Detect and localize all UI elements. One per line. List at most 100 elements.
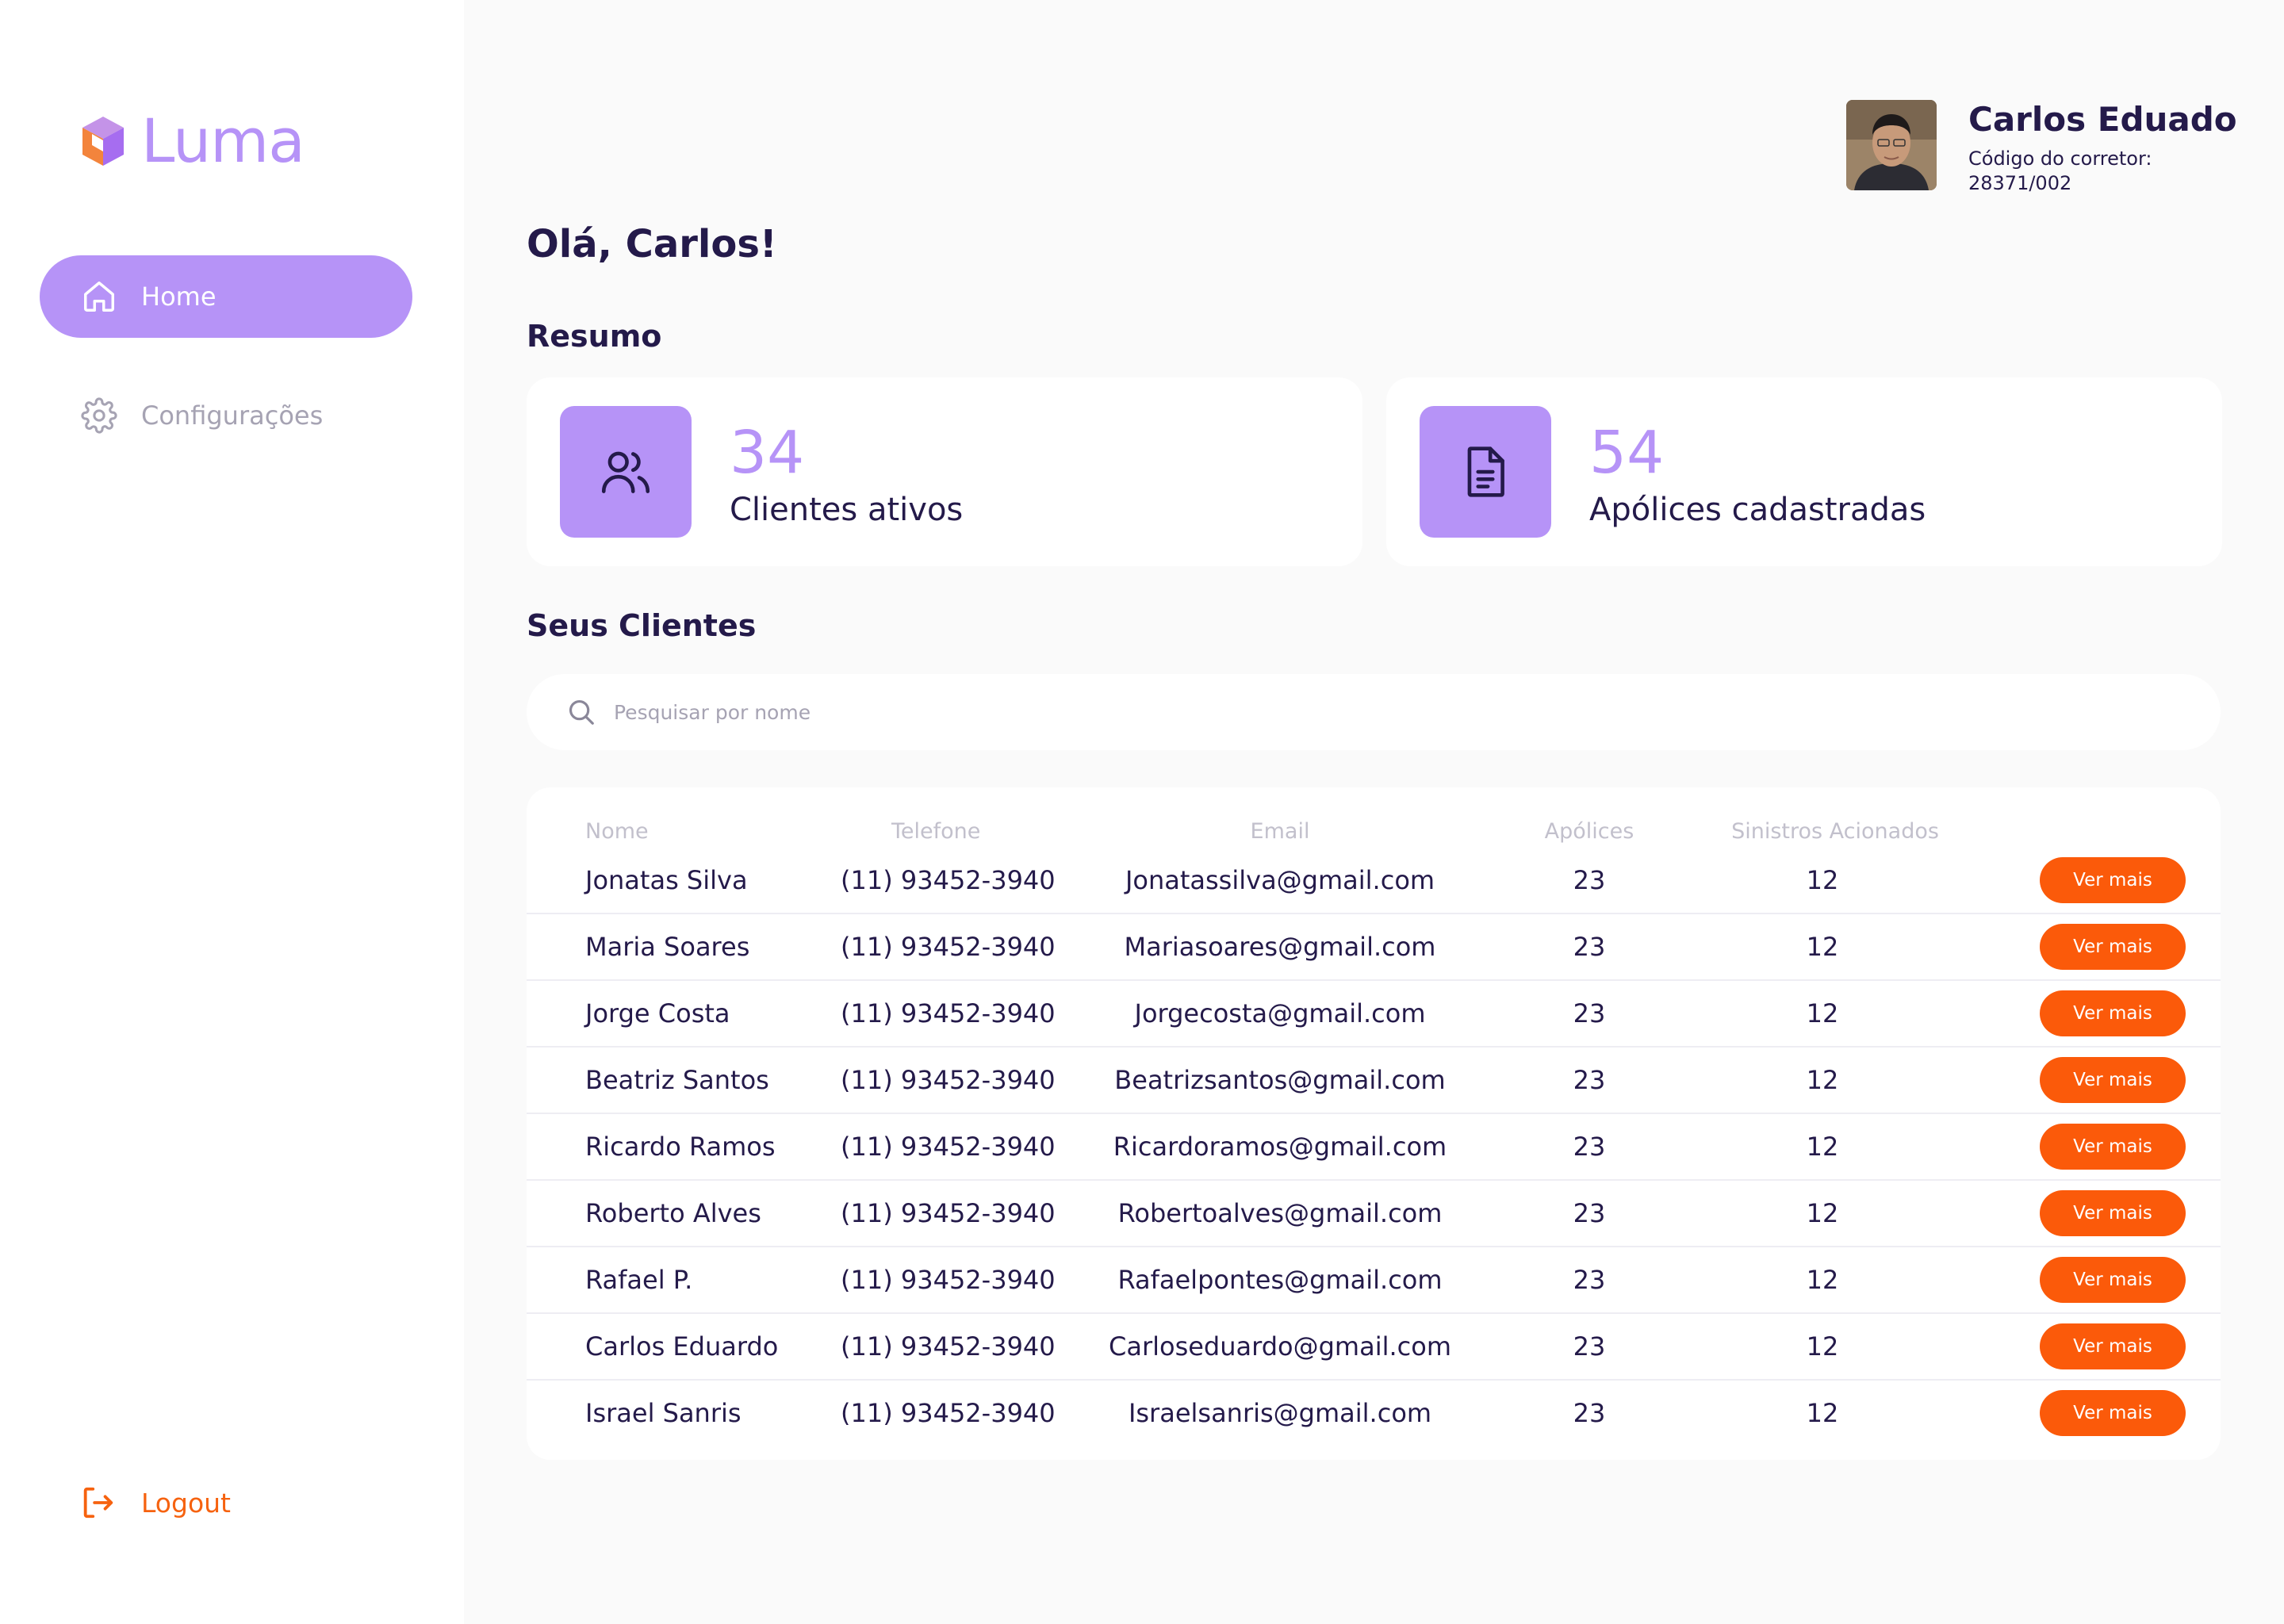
table-row: Maria Soares (11) 93452-3940 Mariasoares@g… (527, 914, 2221, 981)
client-policies: 23 (1573, 1265, 1606, 1295)
ver-mais-button[interactable]: Ver mais (2040, 1057, 2186, 1103)
home-icon (84, 282, 114, 312)
user-info: Carlos Eduado Código do corretor: 28371/… (1968, 100, 2237, 196)
client-policies: 23 (1573, 998, 1606, 1028)
client-claims: 12 (1806, 1265, 1839, 1295)
client-claims: 12 (1806, 1398, 1839, 1428)
client-name: Jonatas Silva (585, 865, 748, 895)
stat-card-policies: 54 Apólices cadastradas (1386, 377, 2222, 566)
client-phone: (11) 93452-3940 (841, 1132, 1056, 1162)
table-row: Carlos Eduardo (11) 93452-3940 Carloseduar… (527, 1314, 2221, 1381)
client-claims: 12 (1806, 1065, 1839, 1095)
client-policies: 23 (1573, 1398, 1606, 1428)
client-policies: 23 (1573, 1065, 1606, 1095)
active-clients-label: Clientes ativos (730, 492, 964, 528)
gear-icon (81, 397, 117, 434)
column-header-phone: Telefone (891, 819, 981, 844)
client-email: Beatrizsantos@gmail.com (1114, 1065, 1446, 1095)
table-row: Rafael P. (11) 93452-3940 Rafaelpontes@gma… (527, 1247, 2221, 1314)
client-email: Carloseduardo@gmail.com (1108, 1331, 1452, 1362)
client-claims: 12 (1806, 865, 1839, 895)
client-email: Israelsanris@gmail.com (1128, 1398, 1432, 1428)
ver-mais-button[interactable]: Ver mais (2040, 990, 2186, 1036)
clients-title: Seus Clientes (527, 608, 757, 643)
client-name: Maria Soares (585, 932, 750, 962)
document-icon (1467, 446, 1504, 497)
client-email: Rafaelpontes@gmail.com (1117, 1265, 1443, 1295)
sidebar-item-label: Configurações (141, 400, 324, 431)
users-icon (601, 451, 650, 493)
client-email: Jorgecosta@gmail.com (1134, 998, 1426, 1028)
sidebar-item-label: Home (141, 282, 217, 312)
ver-mais-button[interactable]: Ver mais (2040, 924, 2186, 970)
page-title: Olá, Carlos! (527, 222, 777, 266)
client-name: Roberto Alves (585, 1198, 761, 1228)
sidebar: Luma Home Configurações Logout (0, 0, 464, 1624)
ver-mais-button[interactable]: Ver mais (2040, 1390, 2186, 1436)
sidebar-item-configuracoes[interactable]: Configurações (40, 374, 412, 457)
broker-code-value: 28371/002 (1968, 172, 2072, 194)
avatar (1846, 100, 1937, 190)
user-name: Carlos Eduado (1968, 100, 2237, 139)
logout-icon (83, 1487, 113, 1519)
client-name: Ricardo Ramos (585, 1132, 776, 1162)
logout-button[interactable]: Logout (79, 1484, 231, 1521)
stat-card-clients: 34 Clientes ativos (527, 377, 1362, 566)
client-name: Israel Sanris (585, 1398, 742, 1428)
client-name: Rafael P. (585, 1265, 693, 1295)
table-row: Beatriz Santos (11) 93452-3940 Beatrizsant… (527, 1048, 2221, 1114)
client-email: Jonatassilva@gmail.com (1125, 865, 1435, 895)
summary-title: Resumo (527, 319, 662, 354)
client-email: Robertoalves@gmail.com (1117, 1198, 1443, 1228)
ver-mais-button[interactable]: Ver mais (2040, 1190, 2186, 1236)
search-bar[interactable] (527, 674, 2221, 750)
client-claims: 12 (1806, 1198, 1839, 1228)
stat-icon-box (560, 406, 692, 538)
client-name: Beatriz Santos (585, 1065, 769, 1095)
client-claims: 12 (1806, 932, 1839, 962)
ver-mais-button[interactable]: Ver mais (2040, 1124, 2186, 1170)
policies-label: Apólices cadastradas (1589, 492, 1926, 528)
client-claims: 12 (1806, 1132, 1839, 1162)
column-header-email: Email (1250, 819, 1310, 844)
client-claims: 12 (1806, 998, 1839, 1028)
ver-mais-button[interactable]: Ver mais (2040, 1323, 2186, 1369)
client-phone: (11) 93452-3940 (841, 1398, 1056, 1428)
user-profile[interactable]: Carlos Eduado Código do corretor: 28371/… (1846, 100, 2237, 196)
search-input[interactable] (614, 700, 2041, 724)
client-name: Jorge Costa (585, 998, 730, 1028)
client-phone: (11) 93452-3940 (841, 1065, 1056, 1095)
logo[interactable]: Luma (79, 111, 305, 171)
client-name: Carlos Eduardo (585, 1331, 779, 1362)
column-header-claims: Sinistros Acionados (1731, 819, 1939, 844)
client-policies: 23 (1573, 932, 1606, 962)
table-row: Jonatas Silva (11) 93452-3940 Jonatassilva… (527, 848, 2221, 914)
ver-mais-button[interactable]: Ver mais (2040, 857, 2186, 903)
client-claims: 12 (1806, 1331, 1839, 1362)
client-policies: 23 (1573, 865, 1606, 895)
search-icon (569, 699, 594, 725)
client-phone: (11) 93452-3940 (841, 1198, 1056, 1228)
active-clients-value: 34 (730, 419, 805, 487)
table-row: Jorge Costa (11) 93452-3940 Jorgecosta@gma… (527, 981, 2221, 1048)
column-header-policies: Apólices (1544, 819, 1634, 844)
logo-text: Luma (141, 105, 305, 176)
table-row: Roberto Alves (11) 93452-3940 Robertoalves… (527, 1181, 2221, 1247)
logout-label: Logout (141, 1487, 231, 1519)
table-row: Ricardo Ramos (11) 93452-3940 Ricardoramos… (527, 1114, 2221, 1181)
client-phone: (11) 93452-3940 (841, 865, 1056, 895)
client-policies: 23 (1573, 1331, 1606, 1362)
logo-mark-icon (82, 117, 124, 166)
client-phone: (11) 93452-3940 (841, 932, 1056, 962)
broker-code-label: Código do corretor: (1968, 147, 2152, 170)
column-header-name: Nome (585, 819, 649, 844)
client-phone: (11) 93452-3940 (841, 1331, 1056, 1362)
broker-code: Código do corretor: 28371/002 (1968, 147, 2175, 196)
policies-value: 54 (1589, 419, 1665, 487)
sidebar-item-home[interactable]: Home (40, 255, 412, 338)
client-policies: 23 (1573, 1198, 1606, 1228)
ver-mais-button[interactable]: Ver mais (2040, 1257, 2186, 1303)
client-phone: (11) 93452-3940 (841, 1265, 1056, 1295)
client-email: Ricardoramos@gmail.com (1113, 1132, 1447, 1162)
clients-table: Nome Telefone Email Apólices Sinistros A… (527, 787, 2221, 1460)
